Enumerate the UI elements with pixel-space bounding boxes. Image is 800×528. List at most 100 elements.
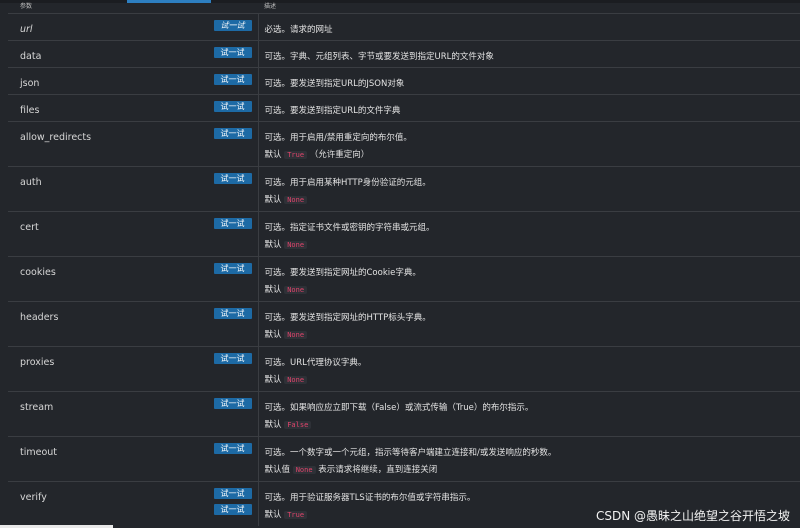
table-header-row: 参数 描述 xyxy=(8,3,800,14)
table-row: cookies 试一试 可选。要发送到指定网址的Cookie字典。 默认 Non… xyxy=(8,255,800,301)
table-row: json 试一试 可选。要发送到指定URL的JSON对象 xyxy=(8,66,800,94)
desc-cell: 可选。要发送到指定URL的文件字典 xyxy=(258,93,800,121)
try-button[interactable]: 试一试 xyxy=(213,352,252,364)
default-value: False xyxy=(284,420,312,429)
param-name: headers xyxy=(20,311,59,323)
desc-cell: 可选。URL代理协议字典。 默认 None xyxy=(258,345,800,391)
table-row: cert 试一试 可选。指定证书文件或密钥的字符串或元组。 默认 None xyxy=(8,210,800,256)
table-row: stream 试一试 可选。如果响应应立即下载（False）或流式传输（True… xyxy=(8,390,800,436)
param-description: 可选。要发送到指定网址的HTTP标头字典。 xyxy=(264,312,431,323)
param-cell: timeout 试一试 xyxy=(8,435,259,481)
try-button[interactable]: 试一试 xyxy=(213,307,252,319)
desc-cell: 可选。指定证书文件或密钥的字符串或元组。 默认 None xyxy=(258,210,800,256)
param-name: allow_redirects xyxy=(20,131,92,143)
try-button[interactable]: 试一试 xyxy=(213,262,252,274)
desc-cell: 可选。要发送到指定网址的HTTP标头字典。 默认 None xyxy=(258,300,800,346)
desc-cell: 可选。字典、元组列表、字节或要发送到指定URL的文件对象 xyxy=(258,39,800,67)
param-name: proxies xyxy=(20,356,55,368)
default-line: 默认 False xyxy=(265,417,800,434)
default-value: None xyxy=(284,375,308,384)
try-button[interactable]: 试一试 xyxy=(213,73,252,85)
default-line: 默认 None xyxy=(265,237,800,254)
param-cell: proxies 试一试 xyxy=(8,345,259,391)
param-cell: verify 试一试 试一试 xyxy=(8,480,259,526)
param-description: 可选。字典、元组列表、字节或要发送到指定URL的文件对象 xyxy=(264,51,494,62)
try-button[interactable]: 试一试 xyxy=(213,127,252,139)
param-name: timeout xyxy=(20,446,58,458)
header-description: 描述 xyxy=(258,3,800,14)
default-line: 默认 True （允许重定向） xyxy=(265,147,800,164)
default-line: 默认 None xyxy=(265,282,800,299)
param-cell: cert 试一试 xyxy=(8,210,259,256)
table-row: files 试一试 可选。要发送到指定URL的文件字典 xyxy=(8,93,800,121)
default-note: 表示请求将继续，直到连接关闭 xyxy=(318,464,438,475)
try-button[interactable]: 试一试 xyxy=(213,100,252,112)
default-label: 默认 xyxy=(264,374,282,385)
default-label: 默认 xyxy=(264,329,282,340)
default-line: 默认值 None 表示请求将继续，直到连接关闭 xyxy=(265,462,800,479)
param-cell: headers 试一试 xyxy=(8,300,259,346)
param-name: stream xyxy=(20,401,54,413)
desc-cell: 可选。用于启用某种HTTP身份验证的元组。 默认 None xyxy=(258,165,800,211)
desc-cell: 可选。要发送到指定网址的Cookie字典。 默认 None xyxy=(258,255,800,301)
default-line: 默认 None xyxy=(265,192,800,209)
param-cell: files 试一试 xyxy=(8,93,259,121)
param-cell: json 试一试 xyxy=(8,66,259,94)
param-description: 可选。要发送到指定URL的文件字典 xyxy=(264,105,401,116)
header-param: 参数 xyxy=(8,3,258,14)
param-description: 可选。URL代理协议字典。 xyxy=(264,357,367,368)
table-row: auth 试一试 可选。用于启用某种HTTP身份验证的元组。 默认 None xyxy=(8,165,800,211)
table-row: data 试一试 可选。字典、元组列表、字节或要发送到指定URL的文件对象 xyxy=(8,39,800,67)
try-button[interactable]: 试一试 xyxy=(213,442,252,454)
default-value: True xyxy=(284,510,308,519)
default-label: 默认 xyxy=(264,284,282,295)
default-label: 默认 xyxy=(264,149,282,160)
param-description: 可选。用于启用/禁用重定向的布尔值。 xyxy=(264,132,412,143)
default-line: 默认 None xyxy=(265,372,800,389)
param-name: json xyxy=(20,77,40,89)
param-description: 必选。请求的网址 xyxy=(264,24,333,35)
table-row: url 试一试 必选。请求的网址 xyxy=(8,12,800,40)
param-description: 可选。用于启用某种HTTP身份验证的元组。 xyxy=(264,177,431,188)
param-description: 可选。要发送到指定URL的JSON对象 xyxy=(264,78,405,89)
try-button-secondary[interactable]: 试一试 xyxy=(213,503,252,515)
param-cell: allow_redirects 试一试 xyxy=(8,120,259,166)
default-label: 默认 xyxy=(264,194,282,205)
desc-cell: 必选。请求的网址 xyxy=(258,12,800,40)
default-value: None xyxy=(284,240,308,249)
param-name: files xyxy=(20,104,40,116)
try-button[interactable]: 试一试 xyxy=(213,46,252,58)
param-name: verify xyxy=(20,491,47,503)
try-button[interactable]: 试一试 xyxy=(213,19,252,31)
default-value: None xyxy=(284,330,308,339)
table-row: allow_redirects 试一试 可选。用于启用/禁用重定向的布尔值。 默… xyxy=(8,120,800,166)
default-label: 默认 xyxy=(264,419,282,430)
try-button[interactable]: 试一试 xyxy=(213,397,252,409)
try-button[interactable]: 试一试 xyxy=(213,172,252,184)
param-description: 可选。指定证书文件或密钥的字符串或元组。 xyxy=(264,222,435,233)
try-button[interactable]: 试一试 xyxy=(213,487,252,499)
default-value: None xyxy=(284,285,308,294)
param-name: cert xyxy=(20,221,39,233)
try-button[interactable]: 试一试 xyxy=(213,217,252,229)
default-note: （允许重定向） xyxy=(309,149,370,160)
param-cell: auth 试一试 xyxy=(8,165,259,211)
param-cell: cookies 试一试 xyxy=(8,255,259,301)
param-cell: url 试一试 xyxy=(8,12,259,40)
desc-cell: 可选。用于启用/禁用重定向的布尔值。 默认 True （允许重定向） xyxy=(258,120,800,166)
param-name: url xyxy=(20,23,33,35)
table-row: proxies 试一试 可选。URL代理协议字典。 默认 None xyxy=(8,345,800,391)
csdn-watermark: CSDN @愚昧之山绝望之谷开悟之坡 xyxy=(595,509,790,523)
default-line: 默认 None xyxy=(265,327,800,344)
param-description: 可选。用于验证服务器TLS证书的布尔值或字符串指示。 xyxy=(264,492,476,503)
param-cell: data 试一试 xyxy=(8,39,259,67)
default-value: True xyxy=(284,150,308,159)
default-label: 默认值 xyxy=(264,464,291,475)
param-name: auth xyxy=(20,176,42,188)
desc-cell: 可选。一个数字或一个元组，指示等待客户端建立连接和/或发送响应的秒数。 默认值 … xyxy=(258,435,800,481)
desc-cell: 可选。如果响应应立即下载（False）或流式传输（True）的布尔指示。 默认 … xyxy=(258,390,800,436)
param-description: 可选。要发送到指定网址的Cookie字典。 xyxy=(264,267,421,278)
default-label: 默认 xyxy=(264,509,282,520)
param-description: 可选。一个数字或一个元组，指示等待客户端建立连接和/或发送响应的秒数。 xyxy=(264,447,557,458)
param-cell: stream 试一试 xyxy=(8,390,259,436)
